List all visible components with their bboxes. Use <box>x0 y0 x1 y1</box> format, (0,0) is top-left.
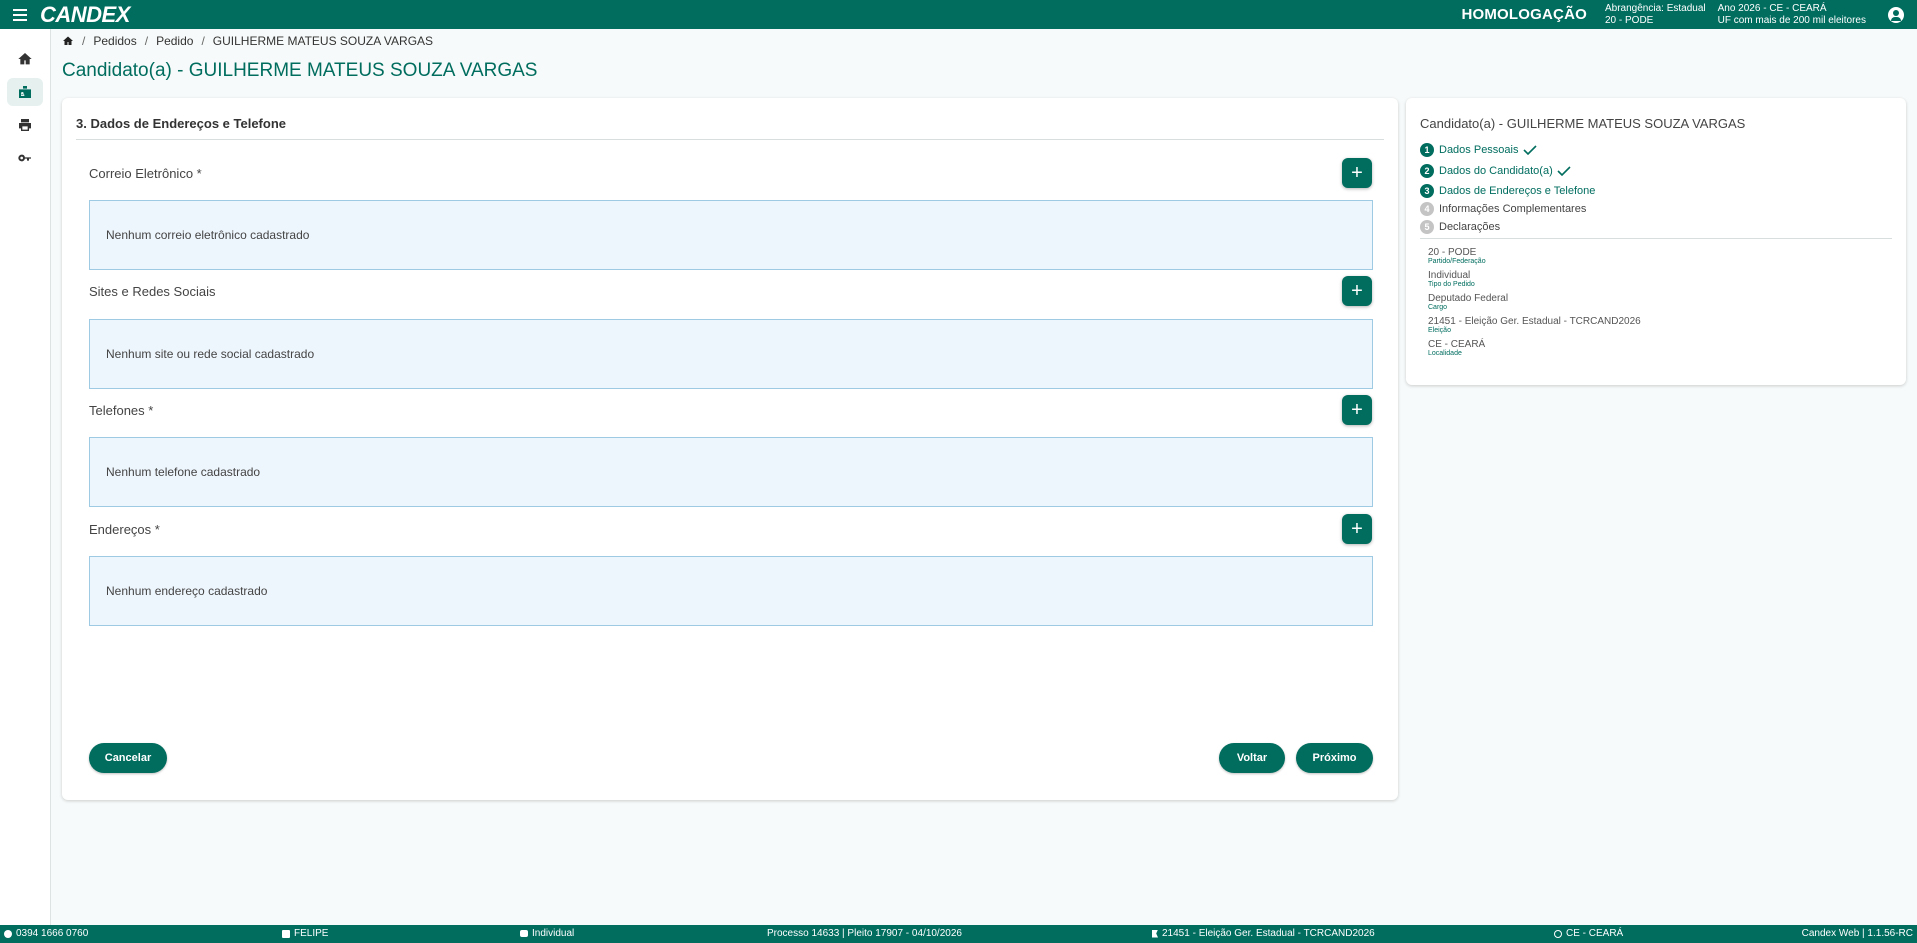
info-type: Individual Tipo do Pedido <box>1428 270 1475 289</box>
footer-process-text: Processo 14633 | Pleito 17907 - 04/10/20… <box>767 928 962 939</box>
next-button[interactable]: Próximo <box>1296 743 1373 773</box>
home-icon[interactable] <box>7 45 43 73</box>
abrangencia-text: Abrangência: Estadual <box>1604 2 1706 14</box>
add-address-button[interactable]: + <box>1342 514 1372 544</box>
sites-group-label: Sites e Redes Sociais <box>89 284 216 299</box>
addresses-empty-state: Nenhum endereço cadastrado <box>89 556 1373 626</box>
info-value: 20 - PODE <box>1428 247 1477 258</box>
email-group-label: Correio Eletrônico * <box>89 166 202 181</box>
info-value: CE - CEARÁ <box>1428 339 1486 350</box>
key-icon[interactable] <box>7 144 43 172</box>
step-number: 2 <box>1420 164 1434 178</box>
info-role: Deputado Federal Cargo <box>1428 293 1508 312</box>
footer-type-text: Individual <box>532 928 575 939</box>
step-2[interactable]: 2 Dados do Candidato(a) <box>1420 164 1571 178</box>
top-bar: CANDEX HOMOLOGAÇÃO Abrangência: Estadual… <box>0 0 1917 29</box>
step-label: Informações Complementares <box>1439 203 1587 215</box>
year-info: Ano 2026 - CE - CEARÁ UF com mais de 200… <box>1718 3 1866 27</box>
step-5[interactable]: 5 Declarações <box>1420 220 1500 234</box>
uf-text: UF com mais de 200 mil eleitores <box>1717 14 1866 26</box>
email-empty-state: Nenhum correio eletrônico cadastrado <box>89 200 1373 270</box>
scope-info: Abrangência: Estadual 20 - PODE <box>1605 3 1706 27</box>
flag-icon <box>1152 929 1158 938</box>
breadcrumb: / Pedidos / Pedido / GUILHERME MATEUS SO… <box>62 34 433 48</box>
footer-process: Processo 14633 | Pleito 17907 - 04/10/20… <box>767 928 962 939</box>
step-number: 4 <box>1420 202 1434 216</box>
user-account-icon[interactable] <box>1888 6 1904 23</box>
step-label: Dados do Candidato(a) <box>1439 165 1553 177</box>
page-title: Candidato(a) - GUILHERME MATEUS SOUZA VA… <box>62 60 538 81</box>
info-key: Partido/Federação <box>1428 258 1486 265</box>
candex-logo[interactable]: CANDEX <box>40 2 130 28</box>
step-4[interactable]: 4 Informações Complementares <box>1420 202 1586 216</box>
home-icon[interactable] <box>62 35 74 47</box>
footer-type: Individual <box>520 928 574 939</box>
divider <box>76 139 1384 140</box>
footer-election-text: 21451 - Eleição Ger. Estadual - TCRCAND2… <box>1162 928 1375 939</box>
info-value: 21451 - Eleição Ger. Estadual - TCRCAND2… <box>1428 316 1641 327</box>
section-title: 3. Dados de Endereços e Telefone <box>76 116 286 131</box>
step-label: Dados de Endereços e Telefone <box>1439 185 1596 197</box>
footer-version-text: Candex Web | 1.1.56-RC <box>1801 928 1913 939</box>
printer-icon[interactable] <box>7 111 43 139</box>
add-email-button[interactable]: + <box>1342 158 1372 188</box>
year-text: Ano 2026 - CE - CEARÁ <box>1717 2 1827 14</box>
info-key: Eleição <box>1428 327 1451 334</box>
info-value: Deputado Federal <box>1428 293 1509 304</box>
info-key: Localidade <box>1428 350 1462 357</box>
phone-icon <box>4 929 12 938</box>
globe-icon <box>1554 929 1562 938</box>
footer-uf: CE - CEARÁ <box>1554 928 1623 939</box>
addresses-group-label: Endereços * <box>89 522 160 537</box>
step-3[interactable]: 3 Dados de Endereços e Telefone <box>1420 184 1595 198</box>
phones-group-label: Telefones * <box>89 403 154 418</box>
step-label: Declarações <box>1439 221 1501 233</box>
breadcrumb-current: GUILHERME MATEUS SOUZA VARGAS <box>212 34 434 48</box>
step-1[interactable]: 1 Dados Pessoais <box>1420 143 1537 157</box>
summary-title: Candidato(a) - GUILHERME MATEUS SOUZA VA… <box>1420 116 1746 131</box>
info-election: 21451 - Eleição Ger. Estadual - TCRCAND2… <box>1428 316 1641 335</box>
info-party: 20 - PODE Partido/Federação <box>1428 247 1486 266</box>
step-number: 1 <box>1420 143 1434 157</box>
party-text: 20 - PODE <box>1604 14 1654 26</box>
check-icon <box>1557 166 1571 176</box>
badge-icon[interactable] <box>7 78 43 106</box>
phones-empty-state: Nenhum telefone cadastrado <box>89 437 1373 507</box>
add-site-button[interactable]: + <box>1342 276 1372 306</box>
footer-phone-text: 0394 1666 0760 <box>16 928 89 939</box>
footer-phone: 0394 1666 0760 <box>4 928 88 939</box>
footer-user-text: FELIPE <box>294 928 329 939</box>
breadcrumb-pedido[interactable]: Pedido <box>156 34 193 48</box>
info-locality: CE - CEARÁ Localidade <box>1428 339 1485 358</box>
footer-election: 21451 - Eleição Ger. Estadual - TCRCAND2… <box>1152 928 1375 939</box>
step-number: 3 <box>1420 184 1434 198</box>
summary-card: Candidato(a) - GUILHERME MATEUS SOUZA VA… <box>1406 98 1906 385</box>
check-icon <box>1522 145 1537 155</box>
briefcase-icon <box>520 930 528 937</box>
info-key: Cargo <box>1428 304 1448 311</box>
cancel-button[interactable]: Cancelar <box>89 743 167 773</box>
footer-version: Candex Web | 1.1.56-RC <box>1802 928 1913 939</box>
id-badge-icon <box>282 929 290 938</box>
divider <box>1420 238 1892 239</box>
menu-icon[interactable] <box>0 0 40 29</box>
footer-user: FELIPE <box>282 928 328 939</box>
environment-label: HOMOLOGAÇÃO <box>1461 6 1587 23</box>
left-rail <box>0 29 51 925</box>
info-value: Individual <box>1428 270 1471 281</box>
sites-empty-state: Nenhum site ou rede social cadastrado <box>89 319 1373 389</box>
status-bar: 0394 1666 0760 FELIPE Individual Process… <box>0 925 1917 943</box>
step-number: 5 <box>1420 220 1434 234</box>
footer-uf-text: CE - CEARÁ <box>1566 928 1624 939</box>
info-key: Tipo do Pedido <box>1428 281 1475 288</box>
back-button[interactable]: Voltar <box>1219 743 1285 773</box>
breadcrumb-pedidos[interactable]: Pedidos <box>93 34 136 48</box>
form-card: 3. Dados de Endereços e Telefone Correio… <box>62 98 1398 800</box>
step-label: Dados Pessoais <box>1439 144 1519 156</box>
add-phone-button[interactable]: + <box>1342 395 1372 425</box>
